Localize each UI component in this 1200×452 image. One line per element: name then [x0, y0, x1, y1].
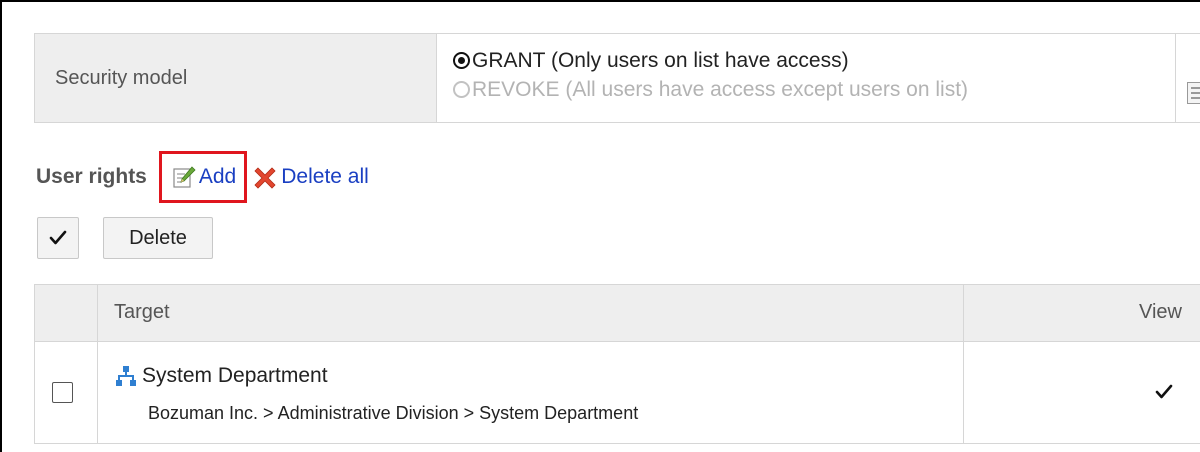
table-header [35, 285, 1200, 342]
red-x-icon [254, 167, 276, 189]
grant-option-label: GRANT (Only users on list have access) [472, 48, 849, 72]
edit-icon [173, 166, 196, 188]
column-divider [1175, 34, 1176, 122]
document-icon [1187, 82, 1200, 104]
add-link-highlight: Add [158, 151, 248, 203]
column-header-view: View [1139, 301, 1182, 323]
checkmark-icon [49, 230, 67, 245]
department-path: Bozuman Inc. > Administrative Division >… [148, 403, 639, 423]
window-frame-left [0, 0, 2, 452]
user-rights-title: User rights [36, 165, 147, 188]
radio-unselected-icon[interactable] [453, 81, 470, 98]
delete-button[interactable]: Delete [103, 217, 213, 259]
column-header-target: Target [114, 301, 170, 323]
user-rights-table: Target View System Department Bozuman In… [34, 284, 1200, 444]
window-frame-top [0, 0, 1200, 2]
column-divider [97, 285, 98, 443]
user-rights-header: User rights Add Delete all [36, 151, 369, 203]
delete-all-label[interactable]: Delete all [281, 165, 369, 189]
delete-all-link[interactable]: Delete all [253, 165, 369, 189]
revoke-option[interactable]: REVOKE (All users have access except use… [453, 75, 968, 104]
column-divider [963, 285, 964, 443]
security-model-table: Security model GRANT (Only users on list… [34, 33, 1200, 123]
add-link[interactable]: Add [199, 165, 236, 189]
organization-icon [116, 366, 136, 386]
row-checkbox[interactable] [52, 382, 73, 403]
grant-option[interactable]: GRANT (Only users on list have access) [453, 46, 968, 75]
radio-selected-icon[interactable] [453, 52, 470, 69]
table-row-target: System Department [114, 364, 328, 388]
security-model-label: Security model [35, 34, 437, 122]
department-name: System Department [142, 364, 328, 387]
security-model-options: GRANT (Only users on list have access) R… [453, 46, 968, 104]
view-permission-checkmark-icon [1155, 384, 1173, 399]
select-all-button[interactable] [37, 217, 79, 259]
revoke-option-label: REVOKE (All users have access except use… [472, 77, 969, 101]
